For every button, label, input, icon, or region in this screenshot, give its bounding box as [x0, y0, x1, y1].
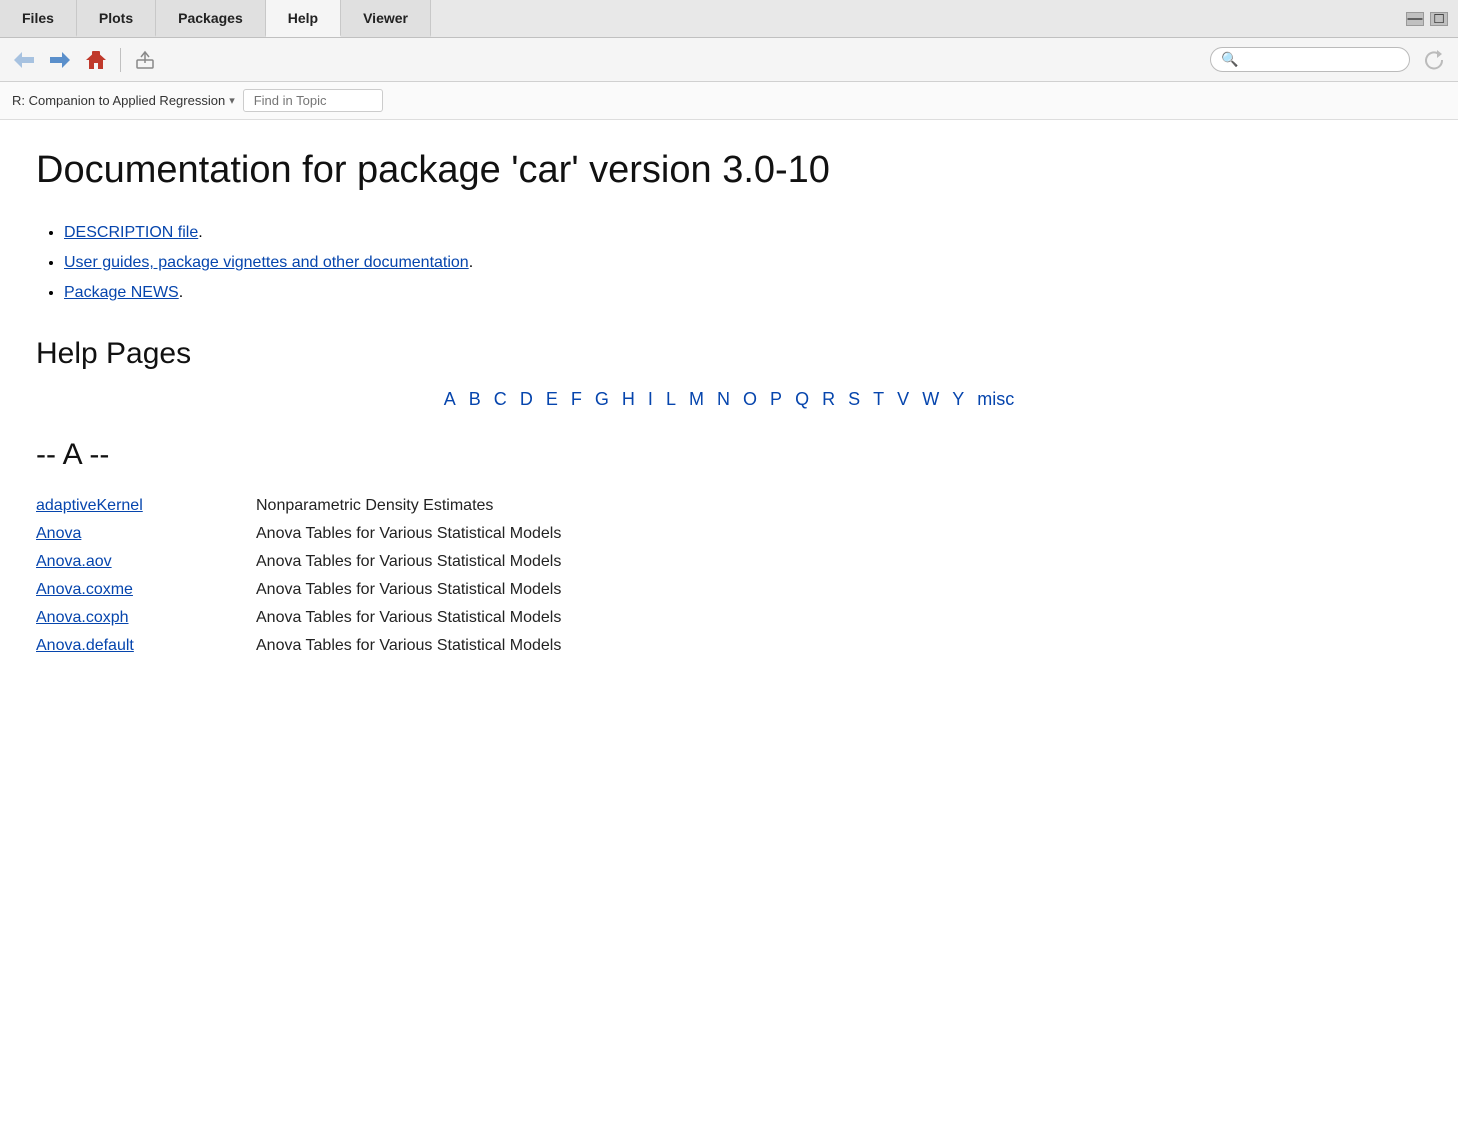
list-item: User guides, package vignettes and other… — [64, 248, 1422, 278]
refresh-button[interactable] — [1418, 46, 1450, 74]
alpha-link-O[interactable]: O — [743, 389, 757, 409]
minimize-icon: — — [1408, 10, 1423, 27]
anova-coxme-link[interactable]: Anova.coxme — [36, 581, 133, 598]
tab-help[interactable]: Help — [266, 0, 341, 37]
page-title: Documentation for package 'car' version … — [36, 148, 1422, 194]
alpha-link-M[interactable]: M — [689, 389, 704, 409]
anova-default-link[interactable]: Anova.default — [36, 637, 134, 654]
alpha-link-G[interactable]: G — [595, 389, 609, 409]
minimize-button[interactable]: — — [1406, 12, 1424, 26]
table-row: Anova.default Anova Tables for Various S… — [36, 632, 1422, 660]
anova-coxph-link[interactable]: Anova.coxph — [36, 609, 129, 626]
anova-link[interactable]: Anova — [36, 525, 81, 542]
search-icon: 🔍 — [1221, 51, 1238, 68]
list-item: Package NEWS. — [64, 278, 1422, 308]
breadcrumb-bar: R: Companion to Applied Regression ▾ — [0, 82, 1458, 120]
alpha-link-H[interactable]: H — [622, 389, 635, 409]
toolbar: 🔍 — [0, 38, 1458, 82]
forward-icon — [50, 52, 70, 68]
intro-links: DESCRIPTION file. User guides, package v… — [36, 218, 1422, 309]
list-item: DESCRIPTION file. — [64, 218, 1422, 248]
table-row: Anova.aov Anova Tables for Various Stati… — [36, 548, 1422, 576]
alpha-link-A[interactable]: A — [444, 389, 456, 409]
breadcrumb-dropdown-icon[interactable]: ▾ — [229, 94, 235, 107]
entry-desc: Nonparametric Density Estimates — [256, 492, 1422, 520]
tab-bar: Files Plots Packages Help Viewer — □ — [0, 0, 1458, 38]
table-row: Anova.coxme Anova Tables for Various Sta… — [36, 576, 1422, 604]
tab-viewer[interactable]: Viewer — [341, 0, 431, 37]
alpha-link-E[interactable]: E — [546, 389, 558, 409]
alpha-link-C[interactable]: C — [494, 389, 507, 409]
find-in-topic-input[interactable] — [243, 89, 383, 112]
export-icon — [135, 50, 155, 70]
breadcrumb: R: Companion to Applied Regression ▾ — [12, 93, 235, 108]
alpha-navigation: A B C D E F G H I L M N O P Q R S T V W … — [36, 389, 1422, 410]
alpha-link-D[interactable]: D — [520, 389, 533, 409]
main-content: Documentation for package 'car' version … — [0, 120, 1458, 1148]
alpha-link-N[interactable]: N — [717, 389, 730, 409]
entry-desc: Anova Tables for Various Statistical Mod… — [256, 576, 1422, 604]
breadcrumb-label: R: Companion to Applied Regression — [12, 93, 225, 108]
alpha-link-F[interactable]: F — [571, 389, 582, 409]
entry-desc: Anova Tables for Various Statistical Mod… — [256, 520, 1422, 548]
alpha-link-R[interactable]: R — [822, 389, 835, 409]
alpha-link-misc[interactable]: misc — [977, 389, 1014, 409]
alpha-link-L[interactable]: L — [666, 389, 676, 409]
search-input[interactable] — [1244, 52, 1399, 67]
table-row: Anova.coxph Anova Tables for Various Sta… — [36, 604, 1422, 632]
user-guides-link[interactable]: User guides, package vignettes and other… — [64, 254, 469, 271]
tab-plots[interactable]: Plots — [77, 0, 156, 37]
alpha-link-Q[interactable]: Q — [795, 389, 809, 409]
forward-button[interactable] — [44, 46, 76, 74]
alpha-link-P[interactable]: P — [770, 389, 782, 409]
help-pages-title: Help Pages — [36, 337, 1422, 371]
search-box[interactable]: 🔍 — [1210, 47, 1410, 72]
home-button[interactable] — [80, 46, 112, 74]
back-button[interactable] — [8, 46, 40, 74]
alpha-link-S[interactable]: S — [848, 389, 860, 409]
back-icon — [14, 52, 34, 68]
export-button[interactable] — [129, 46, 161, 74]
description-file-link[interactable]: DESCRIPTION file — [64, 224, 198, 241]
table-row: Anova Anova Tables for Various Statistic… — [36, 520, 1422, 548]
toolbar-separator — [120, 48, 121, 72]
maximize-button[interactable]: □ — [1430, 12, 1448, 26]
alpha-link-W[interactable]: W — [922, 389, 939, 409]
entry-desc: Anova Tables for Various Statistical Mod… — [256, 604, 1422, 632]
refresh-icon — [1423, 49, 1445, 71]
alpha-link-T[interactable]: T — [873, 389, 884, 409]
window-controls: — □ — [1406, 0, 1458, 37]
table-row: adaptiveKernel Nonparametric Density Est… — [36, 492, 1422, 520]
help-table: adaptiveKernel Nonparametric Density Est… — [36, 492, 1422, 660]
entry-desc: Anova Tables for Various Statistical Mod… — [256, 548, 1422, 576]
package-news-link[interactable]: Package NEWS — [64, 284, 179, 301]
maximize-icon: □ — [1434, 10, 1443, 27]
anova-aov-link[interactable]: Anova.aov — [36, 553, 112, 570]
alpha-link-B[interactable]: B — [469, 389, 481, 409]
section-a-header: -- A -- — [36, 438, 1422, 472]
alpha-link-V[interactable]: V — [897, 389, 909, 409]
alpha-link-I[interactable]: I — [648, 389, 653, 409]
tab-files[interactable]: Files — [0, 0, 77, 37]
adaptivekernel-link[interactable]: adaptiveKernel — [36, 497, 143, 514]
alpha-link-Y[interactable]: Y — [952, 389, 964, 409]
entry-desc: Anova Tables for Various Statistical Mod… — [256, 632, 1422, 660]
tab-packages[interactable]: Packages — [156, 0, 266, 37]
home-icon — [85, 50, 107, 70]
